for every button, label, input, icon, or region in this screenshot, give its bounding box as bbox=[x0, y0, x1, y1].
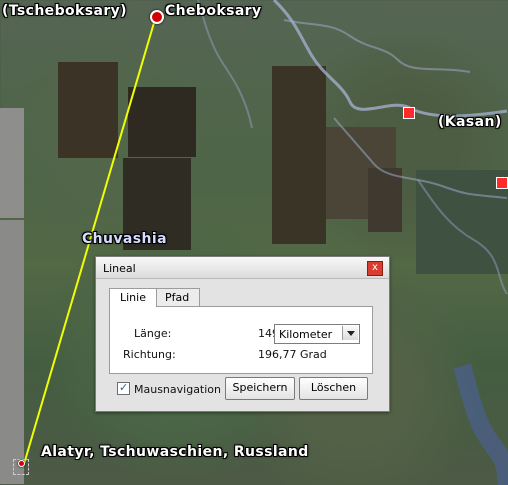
save-button[interactable]: Speichern bbox=[225, 377, 295, 400]
tab-linie[interactable]: Linie bbox=[109, 288, 157, 307]
tabpanel-linie: Länge: 149,86 Kilometer Richtung: 196,77… bbox=[109, 306, 373, 374]
close-icon[interactable]: x bbox=[367, 261, 383, 276]
cheboksary-marker-icon[interactable] bbox=[150, 10, 164, 24]
tab-pfad[interactable]: Pfad bbox=[154, 288, 201, 307]
map-label-alatyr[interactable]: Alatyr, Tschuwaschien, Russland bbox=[41, 444, 309, 460]
map-label-kasan[interactable]: (Kasan) bbox=[438, 114, 502, 130]
town-square-icon[interactable] bbox=[496, 177, 508, 189]
map-label-tscheboksary[interactable]: (Tscheboksary) bbox=[2, 3, 127, 19]
chevron-down-icon[interactable] bbox=[342, 326, 358, 340]
dialog-titlebar[interactable]: Lineal x bbox=[96, 257, 389, 279]
satellite-map[interactable]: (Tscheboksary) Cheboksary (Kasan) Chuvas… bbox=[0, 0, 508, 485]
unit-select[interactable]: Kilometer bbox=[274, 324, 360, 344]
map-overlay bbox=[23, 0, 508, 485]
map-label-cheboksary[interactable]: Cheboksary bbox=[165, 3, 262, 19]
kasan-town-icon[interactable] bbox=[403, 107, 415, 119]
direction-label: Richtung: bbox=[123, 348, 176, 361]
direction-value: 196,77 Grad bbox=[258, 348, 327, 361]
unit-selected-value: Kilometer bbox=[279, 328, 333, 341]
delete-button[interactable]: Löschen bbox=[299, 377, 368, 400]
map-label-chuvashia[interactable]: Chuvashia bbox=[82, 231, 167, 247]
alatyr-marker-icon[interactable] bbox=[18, 460, 25, 467]
dialog-title: Lineal bbox=[103, 262, 136, 275]
mouse-navigation-label: Mausnavigation bbox=[134, 383, 222, 396]
length-label: Länge: bbox=[134, 327, 172, 340]
ruler-dialog[interactable]: Lineal x Linie Pfad Länge: 149,86 Kilome… bbox=[95, 256, 390, 412]
mouse-navigation-checkbox[interactable] bbox=[117, 381, 130, 395]
